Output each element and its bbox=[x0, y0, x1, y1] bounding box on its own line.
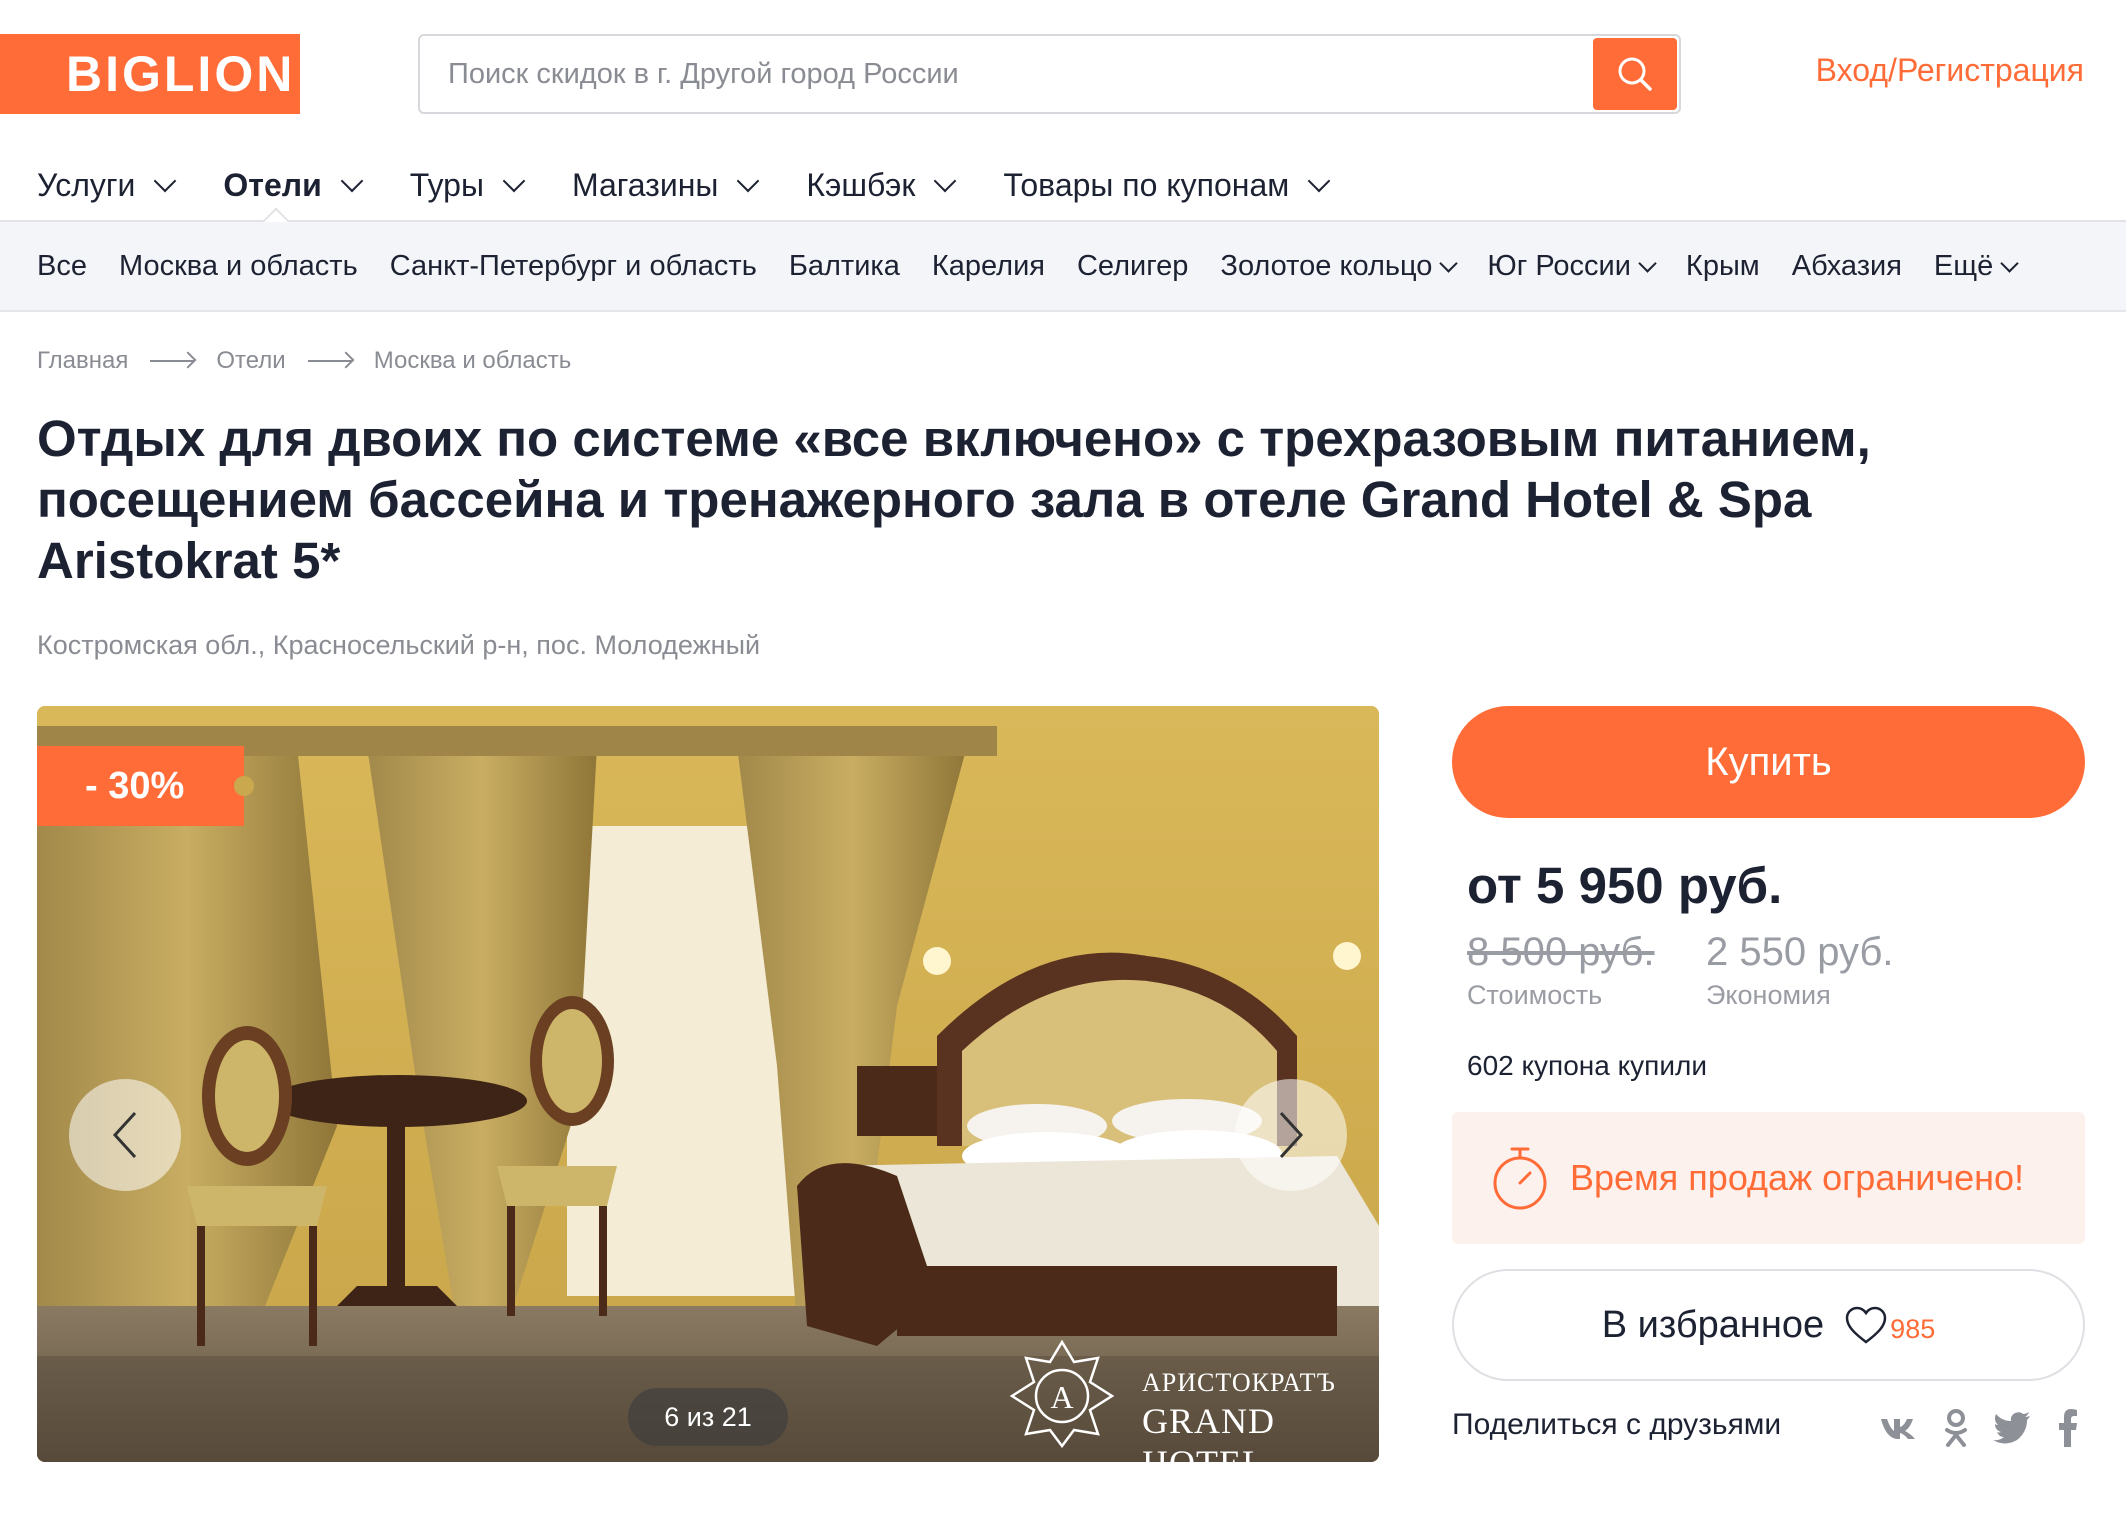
top-bar: BIGLION Вход/Регистрация bbox=[0, 0, 2126, 150]
svg-text:A: A bbox=[1050, 1379, 1073, 1415]
search-button[interactable] bbox=[1593, 38, 1677, 110]
photo-gallery: - 30% 6 из 21 A АРИСТОКРАТЪ GRAND HOTEL bbox=[37, 706, 1379, 1462]
region-nav-item[interactable]: Санкт-Петербург и область bbox=[390, 250, 757, 283]
old-price-label: Стоимость bbox=[1467, 980, 1603, 1010]
arrow-right-icon bbox=[307, 360, 352, 362]
chevron-right-icon bbox=[1279, 1111, 1304, 1159]
arrow-right-icon bbox=[150, 360, 195, 362]
breadcrumb-item[interactable]: Отели bbox=[216, 347, 285, 375]
logo-text: BIGLION bbox=[66, 46, 296, 102]
region-nav-item-golden-ring[interactable]: Золотое кольцо bbox=[1220, 249, 1459, 283]
region-nav-item[interactable]: Балтика bbox=[789, 250, 900, 283]
favorites-label: В избранное bbox=[1601, 1303, 1825, 1346]
hotel-address: Костромская обл., Красносельский р-н, по… bbox=[37, 630, 761, 660]
coupons-bought: 602 купона купили bbox=[1467, 1050, 1707, 1081]
region-nav-item[interactable]: Карелия bbox=[932, 250, 1045, 283]
main-nav-label: Туры bbox=[409, 166, 484, 203]
odnoklassniki-share-button[interactable] bbox=[1936, 1408, 1976, 1448]
main-nav-item-services[interactable]: Услуги bbox=[37, 149, 177, 221]
share-label: Поделиться с друзьями bbox=[1452, 1408, 1782, 1441]
add-to-favorites-button[interactable]: В избранное 985 bbox=[1452, 1269, 2085, 1381]
twitter-share-button[interactable] bbox=[1992, 1408, 2032, 1448]
saving-label: Экономия bbox=[1706, 980, 1831, 1010]
region-nav-label: Ещё bbox=[1933, 249, 1994, 282]
chevron-down-icon bbox=[1307, 169, 1331, 193]
region-nav-item[interactable]: Крым bbox=[1686, 250, 1760, 283]
hotel-watermark: A АРИСТОКРАТЪ GRAND HOTEL bbox=[982, 1338, 1362, 1462]
favorites-count: 985 bbox=[1890, 1313, 1936, 1344]
breadcrumb-item[interactable]: Главная bbox=[37, 347, 128, 375]
main-nav-label: Услуги bbox=[37, 166, 136, 203]
deal-price: от 5 950 руб. bbox=[1467, 857, 1783, 914]
vk-icon bbox=[1881, 1419, 1915, 1439]
search-icon bbox=[1618, 57, 1652, 91]
chevron-down-icon bbox=[502, 169, 526, 193]
hotel-crest-logo: A bbox=[1009, 1339, 1115, 1448]
search-box bbox=[418, 34, 1681, 114]
region-nav-item[interactable]: Москва и область bbox=[119, 250, 358, 283]
limited-time-notice: Время продаж ограничено! bbox=[1452, 1112, 2085, 1244]
chevron-down-icon bbox=[1439, 253, 1459, 273]
watermark-line2: GRAND HOTEL bbox=[1142, 1401, 1276, 1462]
main-nav-label: Отели bbox=[223, 166, 322, 203]
main-nav-item-hotels[interactable]: Отели bbox=[223, 149, 364, 221]
facebook-share-button[interactable] bbox=[2048, 1408, 2088, 1448]
region-nav-item[interactable]: Селигер bbox=[1077, 250, 1188, 283]
biglion-logo[interactable]: BIGLION bbox=[0, 34, 308, 114]
logo-ticket-edge bbox=[292, 34, 308, 114]
odnoklassniki-icon bbox=[1945, 1409, 1967, 1447]
chevron-down-icon bbox=[2000, 253, 2019, 273]
main-nav-item-tours[interactable]: Туры bbox=[409, 149, 526, 221]
region-nav: Все Москва и область Санкт-Петербург и о… bbox=[0, 222, 2126, 312]
region-nav-label: Юг России bbox=[1487, 249, 1631, 282]
gallery-counter: 6 из 21 bbox=[628, 1388, 788, 1446]
buy-button[interactable]: Купить bbox=[1452, 706, 2085, 818]
main-nav-label: Магазины bbox=[571, 166, 719, 203]
main-nav-item-shops[interactable]: Магазины bbox=[571, 149, 760, 221]
limited-time-text: Время продаж ограничено! bbox=[1570, 1157, 2025, 1198]
facebook-icon bbox=[2059, 1409, 2077, 1447]
chevron-down-icon bbox=[340, 169, 364, 193]
main-nav-item-coupon-goods[interactable]: Товары по купонам bbox=[1003, 149, 1331, 221]
chevron-down-icon bbox=[154, 169, 177, 193]
discount-badge: - 30% bbox=[37, 746, 254, 826]
heart-icon bbox=[1845, 1306, 1887, 1344]
deal-title: Отдых для двоих по системе «все включено… bbox=[37, 410, 1871, 589]
region-nav-item-south-russia[interactable]: Юг России bbox=[1487, 249, 1657, 283]
breadcrumb-item[interactable]: Москва и область bbox=[374, 347, 572, 375]
region-nav-item-more[interactable]: Ещё bbox=[1933, 249, 2019, 283]
gallery-next-button[interactable] bbox=[1235, 1079, 1347, 1191]
main-nav-label: Кэшбэк bbox=[806, 166, 916, 203]
chevron-down-icon bbox=[934, 169, 957, 193]
saving-amount: 2 550 руб. bbox=[1706, 930, 1894, 974]
main-nav-item-cashback[interactable]: Кэшбэк bbox=[806, 149, 957, 221]
chevron-down-icon bbox=[1638, 253, 1657, 273]
vk-share-button[interactable] bbox=[1878, 1408, 1918, 1448]
chevron-down-icon bbox=[737, 169, 760, 193]
chevron-left-icon bbox=[112, 1111, 137, 1159]
login-register-link[interactable]: Вход/Регистрация bbox=[1816, 52, 2084, 89]
gallery-prev-button[interactable] bbox=[69, 1079, 181, 1191]
search-input[interactable] bbox=[448, 36, 1598, 112]
twitter-icon bbox=[1993, 1412, 2030, 1444]
stopwatch-icon bbox=[1493, 1147, 1547, 1210]
region-nav-item[interactable]: Абхазия bbox=[1792, 250, 1902, 283]
watermark-line1: АРИСТОКРАТЪ bbox=[1142, 1368, 1336, 1397]
breadcrumb: Главная Отели Москва и область bbox=[37, 347, 571, 375]
region-nav-label: Золотое кольцо bbox=[1220, 249, 1433, 282]
main-nav: Услуги Отели Туры Магазины Кэшбэк Товары… bbox=[0, 150, 2126, 222]
old-price: 8 500 руб. bbox=[1467, 930, 1655, 974]
main-nav-label: Товары по купонам bbox=[1003, 166, 1290, 203]
region-nav-item[interactable]: Все bbox=[37, 250, 87, 283]
